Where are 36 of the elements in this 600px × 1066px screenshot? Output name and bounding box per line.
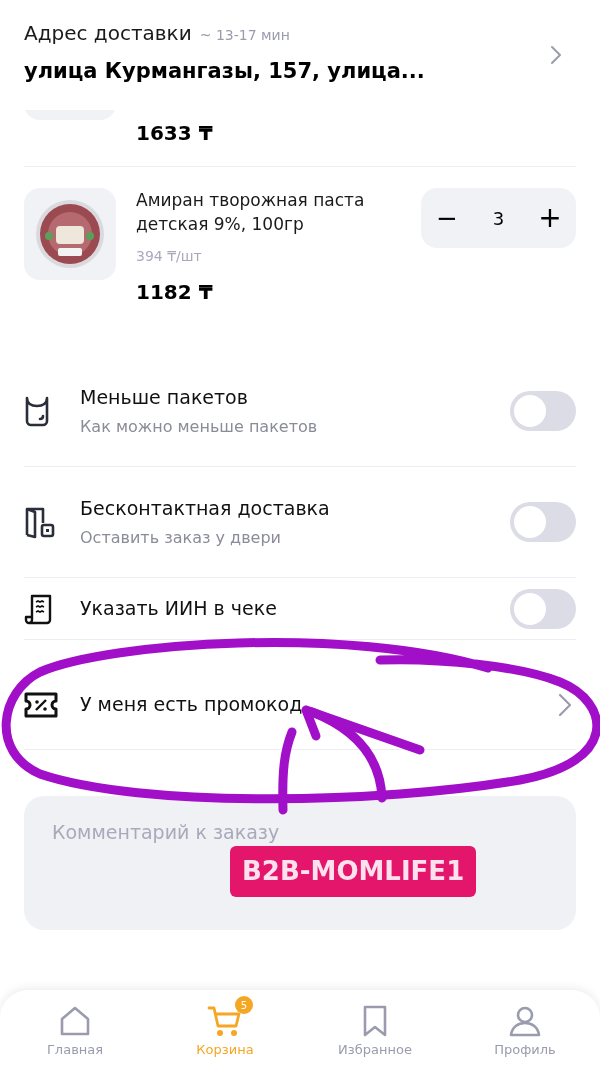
bag-icon	[24, 395, 50, 427]
option-title: Указать ИИН в чеке	[80, 596, 277, 622]
delivery-address[interactable]: улица Курмангазы, 157, улица...	[24, 56, 576, 88]
bookmark-icon	[361, 1004, 389, 1038]
quantity-stepper[interactable]: − 3 +	[421, 188, 576, 248]
delivery-label: Адрес доставки	[24, 20, 192, 47]
receipt-icon	[24, 592, 52, 625]
option-row[interactable]: Бесконтактная доставка Оставить заказ у двери	[24, 467, 576, 578]
toggle-switch[interactable]	[510, 502, 576, 542]
profile-icon	[508, 1004, 542, 1038]
unit-price: 394 ₸/шт	[136, 247, 203, 266]
item-total: 1633 ₸	[136, 120, 213, 147]
option-title: Бесконтактная доставка	[80, 495, 330, 521]
delivery-time: ~ 13-17 мин	[199, 26, 290, 45]
chevron-icon[interactable]	[550, 45, 562, 65]
toggle-switch[interactable]	[510, 588, 576, 629]
option-row[interactable]: Указать ИИН в чеке	[24, 578, 576, 640]
toggle-switch[interactable]	[510, 391, 576, 431]
cart-icon	[207, 1004, 243, 1038]
minus-button[interactable]: −	[435, 198, 459, 238]
option-subtitle: Оставить заказ у двери	[80, 527, 282, 550]
option-row[interactable]: Меньше пакетов Как можно меньше пакетов	[24, 356, 576, 467]
home-icon	[58, 1004, 92, 1038]
option-title: Меньше пакетов	[80, 384, 249, 410]
option-title: У меня есть промокод	[80, 692, 303, 718]
item-total: 1182 ₸	[136, 279, 214, 306]
ticket-icon	[24, 691, 58, 718]
option-row[interactable]: У меня есть промокод	[24, 640, 576, 750]
option-subtitle: Как можно меньше пакетов	[80, 416, 318, 439]
quantity-value: 3	[492, 206, 505, 231]
product-name[interactable]: Амиран творожная паста детская 9%, 100гр	[136, 188, 368, 236]
promo-code-sticker: B2B-MOMLIFE1	[230, 846, 477, 897]
door-icon	[24, 505, 56, 539]
chevron-icon	[558, 692, 572, 717]
plus-button[interactable]: +	[538, 197, 562, 239]
cart-count-badge: 5	[235, 996, 253, 1014]
